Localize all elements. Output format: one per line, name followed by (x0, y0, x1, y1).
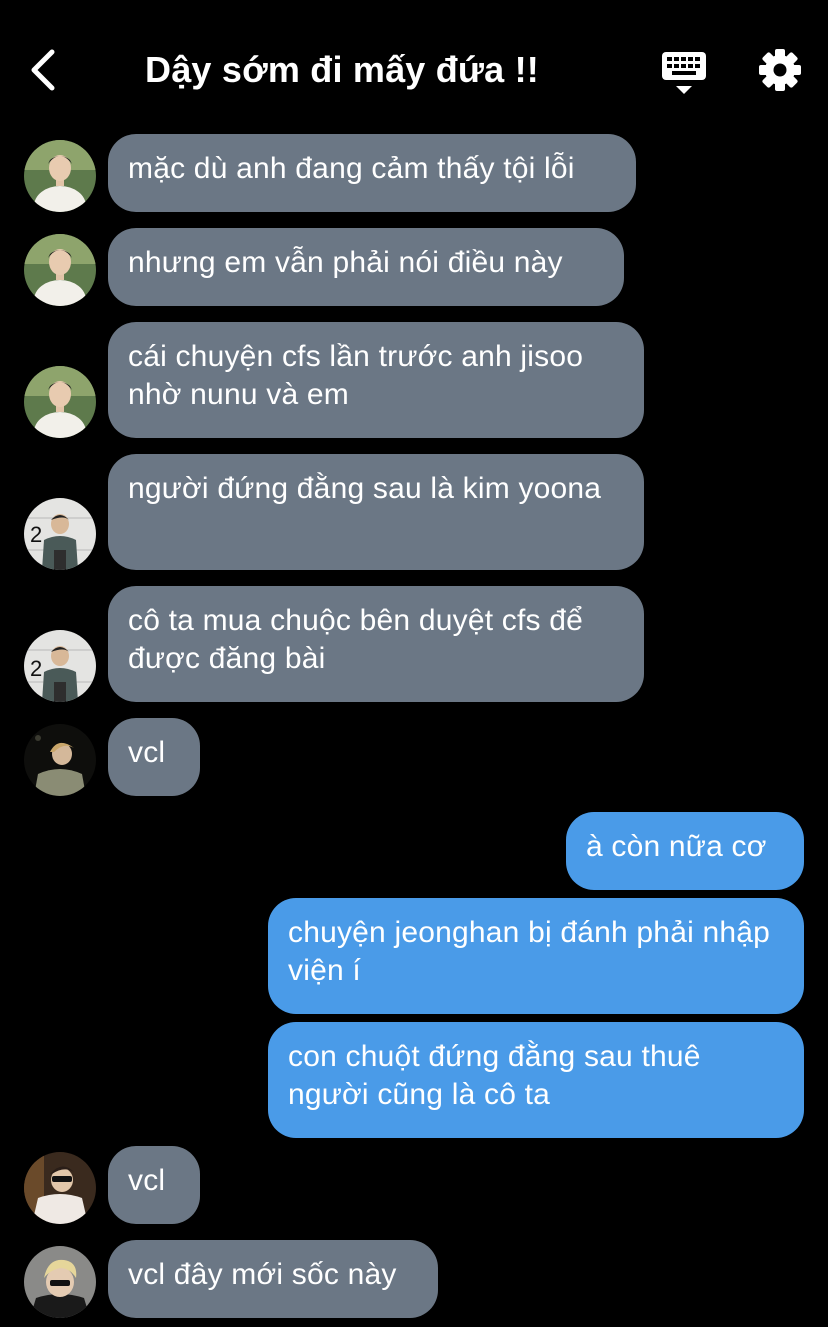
chevron-left-icon (31, 49, 55, 91)
keyboard-button[interactable] (660, 48, 708, 96)
gear-icon (759, 49, 801, 91)
message-bubble[interactable]: mặc dù anh đang cảm thấy tội lỗi (108, 134, 636, 212)
message-bubble-outgoing[interactable]: chuyện jeonghan bị đánh phải nhập viện í (268, 898, 804, 1014)
avatar-number: 2 (30, 522, 43, 547)
avatar[interactable]: 2 (24, 498, 96, 570)
chat-header: Dậy sớm đi mấy đứa !! (0, 0, 828, 130)
message-bubble[interactable]: cái chuyện cfs lần trước anh jisoo nhờ n… (108, 322, 644, 438)
avatar[interactable] (24, 234, 96, 306)
message-bubble[interactable]: vcl (108, 1146, 200, 1224)
back-button[interactable] (26, 48, 66, 92)
avatar[interactable] (24, 140, 96, 212)
message-bubble[interactable]: vcl (108, 718, 200, 796)
avatar-number: 2 (30, 656, 43, 681)
message-bubble[interactable]: người đứng đằng sau là kim yoona (108, 454, 644, 570)
avatar[interactable] (24, 1246, 96, 1318)
avatar[interactable]: 2 (24, 630, 96, 702)
message-bubble[interactable]: vcl đây mới sốc này (108, 1240, 438, 1318)
avatar[interactable] (24, 366, 96, 438)
avatar[interactable] (24, 1152, 96, 1224)
avatar[interactable] (24, 724, 96, 796)
message-bubble-outgoing[interactable]: con chuột đứng đằng sau thuê người cũng … (268, 1022, 804, 1138)
settings-button[interactable] (758, 48, 802, 92)
chat-title[interactable]: Dậy sớm đi mấy đứa !! (145, 46, 539, 94)
message-bubble[interactable]: nhưng em vẫn phải nói điều này (108, 228, 624, 306)
message-bubble[interactable]: cô ta mua chuộc bên duyệt cfs để được đă… (108, 586, 644, 702)
message-bubble-outgoing[interactable]: à còn nữa cơ (566, 812, 804, 890)
keyboard-icon (662, 52, 706, 94)
